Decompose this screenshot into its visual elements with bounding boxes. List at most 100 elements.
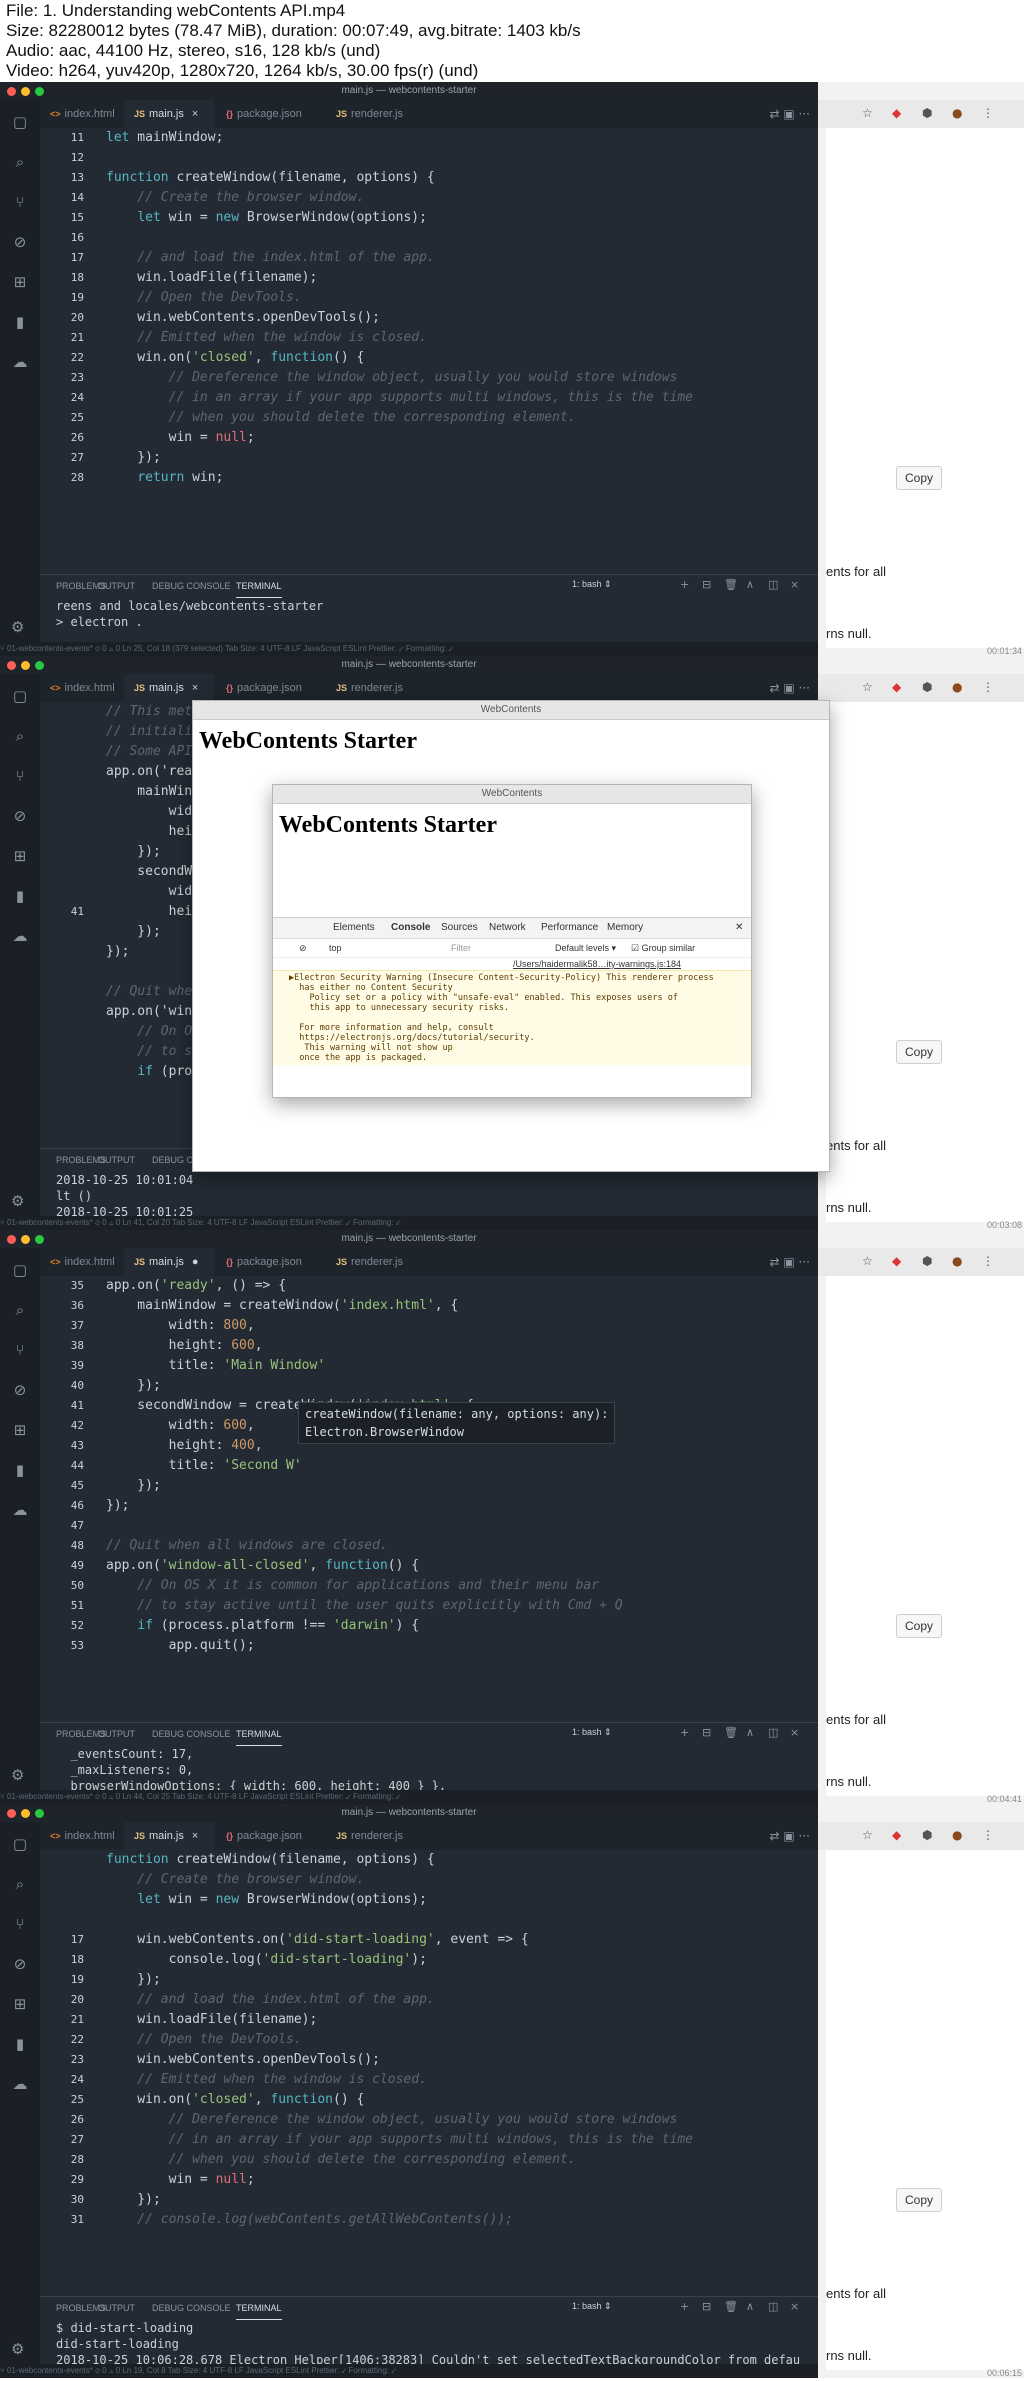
panel-tab-terminal[interactable]: TERMINAL <box>236 2297 282 2320</box>
settings-gear-icon[interactable]: ⚙ <box>11 1766 24 1784</box>
tab-package-json[interactable]: {} package.json <box>216 674 322 702</box>
profile-avatar[interactable]: ● <box>952 1254 962 1268</box>
extension-icon[interactable]: ⬢ <box>922 1254 932 1268</box>
explorer-icon[interactable]: ▢ <box>10 112 30 132</box>
bookmark-star-icon[interactable]: ☆ <box>862 1828 873 1842</box>
source-link[interactable]: /Users/haidermalik58…ity-warnings.js:184 <box>513 958 681 970</box>
devtools-tab-sources[interactable]: Sources <box>441 918 478 938</box>
tab-index-html[interactable]: <> index.html <box>40 1248 130 1276</box>
new-terminal-icon[interactable]: + <box>680 578 689 591</box>
split-terminal-icon[interactable]: ⊟ <box>702 578 711 591</box>
minimize-button[interactable] <box>21 1235 30 1244</box>
copy-button[interactable]: Copy <box>896 466 942 490</box>
docker-icon[interactable]: ☁ <box>10 352 30 372</box>
menu-icon[interactable]: ⋮ <box>982 1828 994 1842</box>
close-tab-icon[interactable]: × <box>192 682 198 694</box>
filter-input[interactable]: Filter <box>451 939 471 957</box>
docker-icon[interactable]: ☁ <box>10 2074 30 2094</box>
docker-icon[interactable]: ☁ <box>10 1500 30 1520</box>
explorer-icon[interactable]: ▢ <box>10 1834 30 1854</box>
tab-renderer-js[interactable]: JS renderer.js <box>326 674 416 702</box>
extensions-icon[interactable]: ⊞ <box>10 846 30 866</box>
search-icon[interactable]: ⌕ <box>10 1300 30 1320</box>
maximize-panel-icon[interactable]: ∧ <box>746 1726 754 1739</box>
maximize-panel-icon[interactable]: ∧ <box>746 578 754 591</box>
tab-main-js[interactable]: JS main.js × <box>124 674 214 702</box>
explorer-icon[interactable]: ▢ <box>10 1260 30 1280</box>
kill-terminal-icon[interactable]: 🗑 <box>724 578 738 591</box>
zoom-button[interactable] <box>35 661 44 670</box>
explorer-icon[interactable]: ▢ <box>10 686 30 706</box>
clear-console-icon[interactable]: ⊘ <box>299 939 307 957</box>
source-control-icon[interactable]: ⑂ <box>10 1340 30 1360</box>
tab-renderer-js[interactable]: JS renderer.js <box>326 1822 416 1850</box>
close-button[interactable] <box>7 661 16 670</box>
bookmark-star-icon[interactable]: ☆ <box>862 680 873 694</box>
warning-source-link[interactable]: /Users/haidermalik58…ity-warnings.js:184 <box>273 958 751 970</box>
debug-icon[interactable]: ⊘ <box>10 806 30 826</box>
split-editor-icon[interactable]: ⇄ ▣ ··· <box>770 674 810 702</box>
copy-button[interactable]: Copy <box>896 2188 942 2212</box>
copy-button[interactable]: Copy <box>896 1040 942 1064</box>
code-editor[interactable]: function createWindow(filename, options)… <box>40 1850 818 2230</box>
panel-tab-debug-console[interactable]: DEBUG CONSOLE <box>152 575 231 597</box>
panel-tab-terminal[interactable]: TERMINAL <box>236 1723 282 1746</box>
new-terminal-icon[interactable]: + <box>680 1726 689 1739</box>
split-editor-icon[interactable]: ⇄ ▣ ··· <box>770 1248 810 1276</box>
extensions-icon[interactable]: ⊞ <box>10 272 30 292</box>
bookmark-star-icon[interactable]: ☆ <box>862 106 873 120</box>
copy-button[interactable]: Copy <box>896 1614 942 1638</box>
panel-tab-debug-console[interactable]: DEBUG CONSOLE <box>152 2297 231 2319</box>
panel-tab-output[interactable]: OUTPUT <box>98 1149 135 1171</box>
devtools-tab-memory[interactable]: Memory <box>607 918 643 938</box>
toggle-panel-icon[interactable]: ◫ <box>768 578 778 591</box>
source-control-icon[interactable]: ⑂ <box>10 192 30 212</box>
code-editor[interactable]: 35 app.on('ready', () => {36 mainWindow =… <box>40 1276 818 1656</box>
tab-main-js[interactable]: JS main.js × <box>124 100 214 128</box>
kill-terminal-icon[interactable]: 🗑 <box>724 1726 738 1739</box>
source-control-icon[interactable]: ⑂ <box>10 1914 30 1934</box>
minimize-button[interactable] <box>21 1809 30 1818</box>
tab-index-html[interactable]: <> index.html <box>40 100 130 128</box>
menu-icon[interactable]: ⋮ <box>982 680 994 694</box>
code-editor[interactable]: 11 let mainWindow; 12 13 function createWind… <box>40 128 818 488</box>
close-tab-icon[interactable]: × <box>192 1830 198 1842</box>
zoom-button[interactable] <box>35 87 44 96</box>
terminal-shell-select[interactable]: 1: bash ⇕ <box>572 1727 612 1738</box>
close-button[interactable] <box>7 1809 16 1818</box>
menu-icon[interactable]: ⋮ <box>982 1254 994 1268</box>
settings-gear-icon[interactable]: ⚙ <box>11 618 24 636</box>
bookmark-icon[interactable]: ▮ <box>10 1460 30 1480</box>
devtools-close-icon[interactable]: ✕ <box>735 918 743 938</box>
split-editor-icon[interactable]: ⇄ ▣ ··· <box>770 1822 810 1850</box>
devtools-tab-network[interactable]: Network <box>489 918 526 938</box>
bookmark-icon[interactable]: ▮ <box>10 2034 30 2054</box>
tab-index-html[interactable]: <> index.html <box>40 674 130 702</box>
debug-icon[interactable]: ⊘ <box>10 1380 30 1400</box>
terminal-shell-select[interactable]: 1: bash ⇕ <box>572 579 612 590</box>
settings-gear-icon[interactable]: ⚙ <box>11 1192 24 1210</box>
panel-tab-output[interactable]: OUTPUT <box>98 2297 135 2319</box>
close-button[interactable] <box>7 1235 16 1244</box>
extension-icon[interactable]: ⬢ <box>922 680 932 694</box>
debug-icon[interactable]: ⊘ <box>10 1954 30 1974</box>
tab-package-json[interactable]: {} package.json <box>216 1248 322 1276</box>
close-panel-icon[interactable]: × <box>790 1726 799 1739</box>
shield-icon[interactable]: ◆ <box>892 1828 901 1842</box>
devtools-tab-elements[interactable]: Elements <box>333 918 375 938</box>
terminal-shell-select[interactable]: 1: bash ⇕ <box>572 2301 612 2312</box>
tab-main-js[interactable]: JS main.js ● <box>124 1248 214 1276</box>
devtools-tab-console[interactable]: Console <box>391 918 430 938</box>
tab-package-json[interactable]: {} package.json <box>216 1822 322 1850</box>
levels-select[interactable]: Default levels ▾ <box>555 939 616 957</box>
profile-avatar[interactable]: ● <box>952 106 962 120</box>
profile-avatar[interactable]: ● <box>952 1828 962 1842</box>
debug-icon[interactable]: ⊘ <box>10 232 30 252</box>
bookmark-star-icon[interactable]: ☆ <box>862 1254 873 1268</box>
panel-tab-output[interactable]: OUTPUT <box>98 575 135 597</box>
tab-main-js[interactable]: JS main.js × <box>124 1822 214 1850</box>
panel-tab-debug-console[interactable]: DEBUG CONSOLE <box>152 1723 231 1745</box>
docker-icon[interactable]: ☁ <box>10 926 30 946</box>
toggle-panel-icon[interactable]: ◫ <box>768 1726 778 1739</box>
context-select[interactable]: top <box>329 939 342 957</box>
